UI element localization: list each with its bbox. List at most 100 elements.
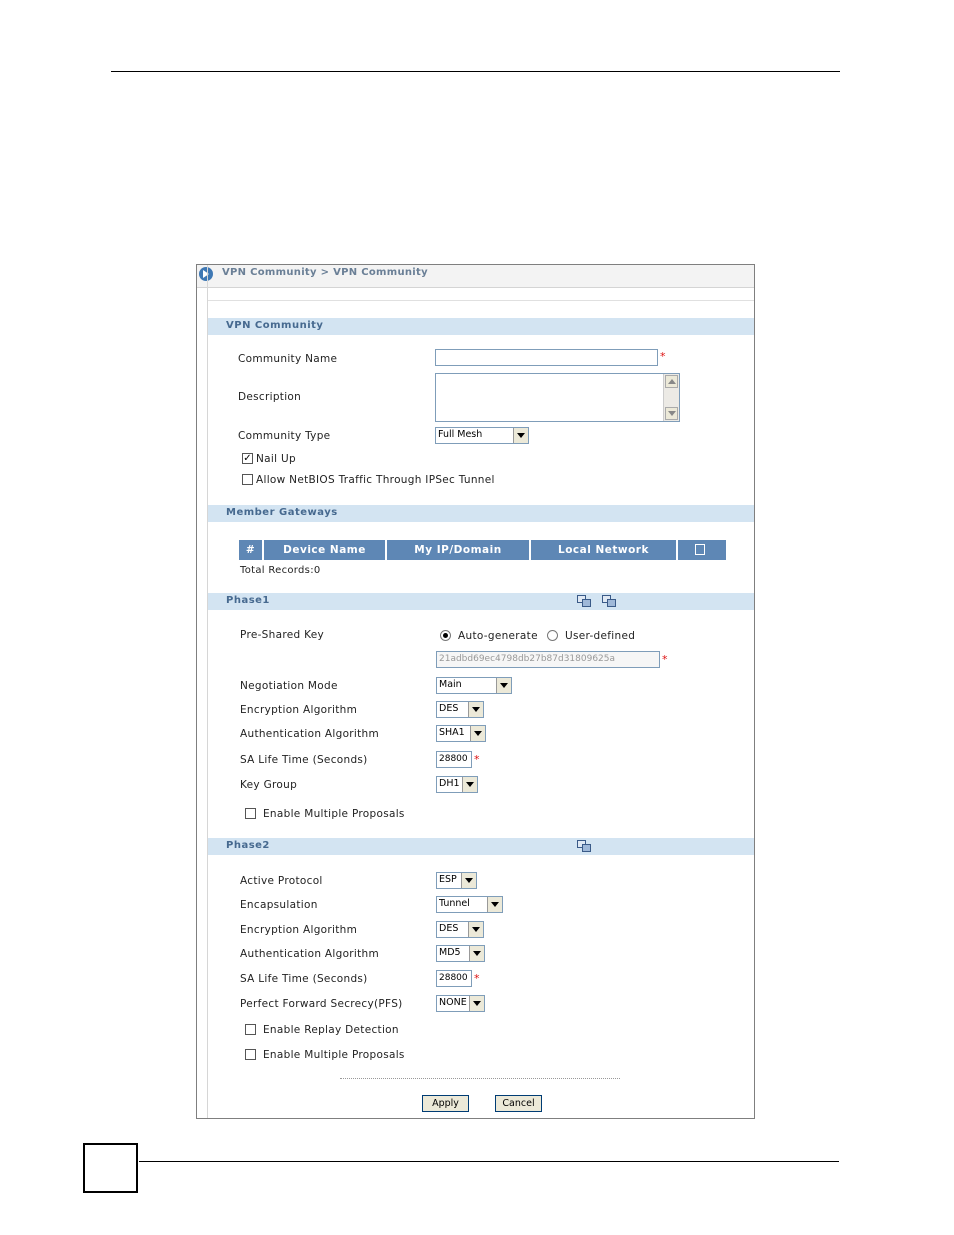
encapsulation-select[interactable]: Tunnel [436, 896, 503, 913]
p2-auth-select[interactable]: MD5 [436, 945, 485, 962]
page-top-rule [111, 71, 840, 72]
p1-sa-lifetime-label: SA Life Time (Seconds) [240, 754, 368, 766]
psk-user-radio[interactable] [547, 630, 558, 641]
key-group-select[interactable]: DH1 [436, 776, 478, 793]
p2-encryption-select[interactable]: DES [436, 921, 484, 938]
chevron-down-icon[interactable] [468, 702, 483, 717]
psk-user-label: User-defined [565, 630, 636, 642]
p1-multi-proposals-label: Enable Multiple Proposals [263, 808, 405, 820]
p2-sa-lifetime-input[interactable]: 28800 [436, 970, 472, 987]
community-name-label: Community Name [238, 353, 338, 365]
page-bottom-rule [139, 1161, 839, 1162]
total-records: Total Records:0 [240, 565, 321, 576]
phase2-advanced-icon[interactable] [577, 840, 592, 852]
community-type-select[interactable]: Full Mesh [435, 427, 529, 444]
required-mark: * [474, 753, 480, 766]
encapsulation-value: Tunnel [439, 898, 470, 909]
community-name-input[interactable] [435, 349, 658, 366]
phase1-proposal-icon[interactable] [577, 595, 592, 607]
active-protocol-label: Active Protocol [240, 875, 323, 887]
section-title: Member Gateways [226, 507, 338, 518]
p2-encryption-label: Encryption Algorithm [240, 924, 358, 936]
left-border [207, 265, 208, 1118]
required-mark: * [662, 653, 668, 666]
negotiation-mode-label: Negotiation Mode [240, 680, 338, 692]
replay-detection-checkbox[interactable] [245, 1024, 256, 1035]
pfs-value: NONE [439, 997, 467, 1008]
section-title: Phase2 [226, 840, 270, 851]
active-protocol-value: ESP [439, 874, 457, 885]
p2-auth-label: Authentication Algorithm [240, 948, 380, 960]
psk-auto-radio[interactable] [440, 630, 451, 641]
add-gateway-icon[interactable] [695, 544, 705, 555]
p1-multi-proposals-checkbox[interactable] [245, 808, 256, 819]
section-phase1: Phase1 [208, 593, 754, 610]
chevron-down-icon[interactable] [469, 996, 484, 1011]
replay-detection-label: Enable Replay Detection [263, 1024, 399, 1036]
key-group-value: DH1 [439, 778, 460, 789]
active-protocol-select[interactable]: ESP [436, 872, 477, 889]
cancel-button[interactable]: Cancel [495, 1095, 542, 1112]
p2-sa-lifetime-label: SA Life Time (Seconds) [240, 973, 368, 985]
pfs-label: Perfect Forward Secrecy(PFS) [240, 998, 403, 1010]
p1-sa-lifetime-value: 28800 [439, 754, 468, 764]
p1-encryption-value: DES [439, 703, 459, 714]
p2-sa-lifetime-value: 28800 [439, 973, 468, 983]
chevron-down-icon[interactable] [487, 897, 502, 912]
column-header-local-network[interactable]: Local Network [531, 540, 678, 560]
chevron-down-icon[interactable] [461, 873, 476, 888]
phase1-advanced-icon[interactable] [602, 595, 617, 607]
p1-sa-lifetime-input[interactable]: 28800 [436, 751, 472, 768]
psk-auto-label: Auto-generate [458, 630, 538, 642]
required-mark: * [660, 350, 666, 363]
vpn-community-window: VPN Community > VPN Community VPN Commun… [196, 264, 755, 1119]
breadcrumb: VPN Community > VPN Community [222, 267, 428, 278]
key-group-label: Key Group [240, 779, 298, 791]
page-number-box [83, 1143, 138, 1193]
p1-encryption-label: Encryption Algorithm [240, 704, 358, 716]
netbios-checkbox[interactable] [242, 474, 253, 485]
apply-button[interactable]: Apply [422, 1095, 469, 1112]
scroll-down-icon[interactable] [665, 407, 678, 420]
negotiation-mode-value: Main [439, 679, 462, 690]
negotiation-mode-select[interactable]: Main [436, 677, 512, 694]
description-scrollbar[interactable] [663, 374, 679, 421]
p1-auth-select[interactable]: SHA1 [436, 725, 486, 742]
p2-auth-value: MD5 [439, 947, 461, 958]
p1-auth-label: Authentication Algorithm [240, 728, 380, 740]
chevron-down-icon[interactable] [462, 777, 477, 792]
pfs-select[interactable]: NONE [436, 995, 485, 1012]
column-header-device-name[interactable]: Device Name [264, 540, 387, 560]
column-header-add[interactable] [678, 540, 726, 560]
back-arrow-icon[interactable] [199, 267, 213, 281]
description-textarea[interactable] [435, 373, 680, 422]
psk-value: 21adbd69ec4798db27b87d31809625a [439, 654, 616, 664]
p1-encryption-select[interactable]: DES [436, 701, 484, 718]
community-type-value: Full Mesh [438, 429, 483, 440]
community-type-label: Community Type [238, 430, 331, 442]
chevron-down-icon[interactable] [469, 946, 484, 961]
divider [340, 1078, 620, 1080]
required-mark: * [474, 972, 480, 985]
section-title: Phase1 [226, 595, 270, 606]
section-vpn-community: VPN Community [208, 318, 754, 335]
chevron-down-icon[interactable] [513, 428, 528, 443]
nail-up-checkbox[interactable]: ✓ [242, 453, 253, 464]
p2-encryption-value: DES [439, 923, 459, 934]
section-phase2: Phase2 [208, 838, 754, 855]
chevron-down-icon[interactable] [468, 922, 483, 937]
encapsulation-label: Encapsulation [240, 899, 318, 911]
nail-up-label: Nail Up [256, 453, 296, 465]
column-header-my-ip-domain[interactable]: My IP/Domain [387, 540, 531, 560]
psk-label: Pre-Shared Key [240, 629, 325, 641]
p2-multi-proposals-label: Enable Multiple Proposals [263, 1049, 405, 1061]
column-header-index: # [239, 540, 264, 560]
scroll-up-icon[interactable] [665, 375, 678, 388]
chevron-down-icon[interactable] [496, 678, 511, 693]
description-label: Description [238, 391, 302, 403]
chevron-down-icon[interactable] [470, 726, 485, 741]
p1-auth-value: SHA1 [439, 727, 465, 738]
breadcrumb-bar: VPN Community > VPN Community [197, 265, 754, 288]
psk-input[interactable]: 21adbd69ec4798db27b87d31809625a [436, 651, 660, 668]
p2-multi-proposals-checkbox[interactable] [245, 1049, 256, 1060]
